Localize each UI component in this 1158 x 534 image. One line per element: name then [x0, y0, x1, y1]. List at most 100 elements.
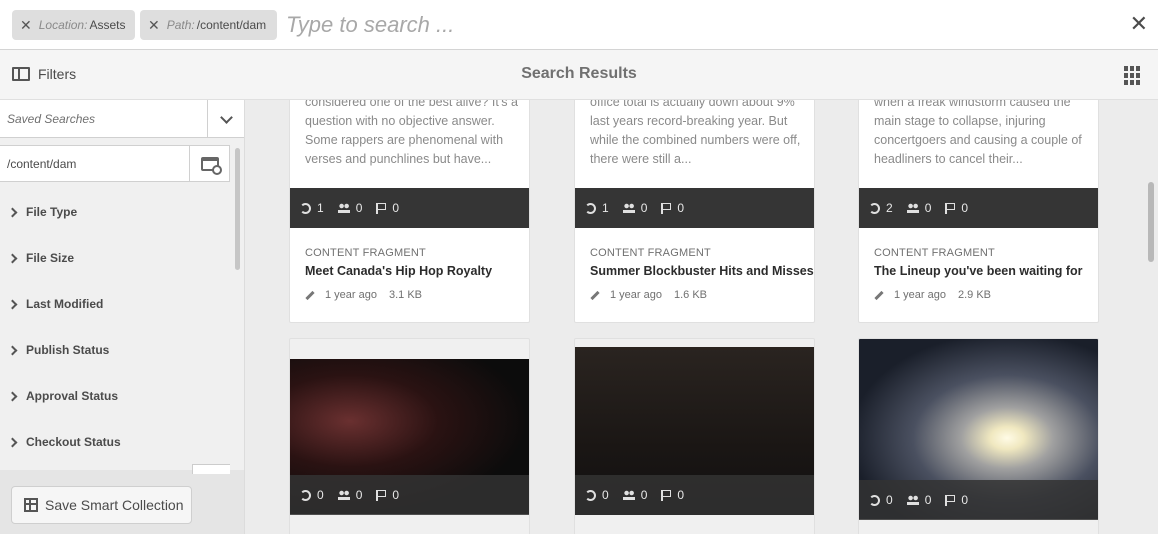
- card-title: Meet Canada's Hip Hop Royalty: [305, 264, 493, 278]
- facet-publish-status[interactable]: Publish Status: [0, 327, 230, 373]
- card-stats-bar: 1 0 0: [575, 188, 814, 228]
- card-view-icon[interactable]: [1124, 66, 1142, 85]
- remove-chip-icon[interactable]: ✕: [148, 17, 160, 34]
- asset-card[interactable]: 0 0 0: [858, 338, 1099, 534]
- stat-value: 2: [886, 201, 893, 215]
- flag-icon: [661, 489, 672, 501]
- sync-icon: [300, 489, 311, 501]
- asset-card[interactable]: office total is actually down about 9% l…: [574, 100, 815, 323]
- pencil-icon: [874, 290, 884, 300]
- flag-icon: [376, 202, 387, 214]
- asset-card[interactable]: when a freak windstorm caused the main s…: [858, 100, 1099, 323]
- remove-chip-icon[interactable]: ✕: [20, 17, 32, 34]
- card-title: Summer Blockbuster Hits and Misses: [590, 264, 814, 278]
- partially-hidden-control: [192, 464, 230, 474]
- chevron-right-icon: [7, 253, 18, 263]
- card-type: CONTENT FRAGMENT: [590, 247, 711, 259]
- card-size: 2.9 KB: [957, 289, 992, 301]
- stat-value: 1: [602, 201, 609, 215]
- search-chip-path[interactable]: ✕ Path: /content/dam: [140, 10, 277, 40]
- search-input[interactable]: [286, 10, 1086, 40]
- stat-value: 0: [677, 488, 685, 502]
- saved-searches-select[interactable]: Saved Searches: [0, 100, 244, 138]
- page-title: Search Results: [521, 65, 637, 82]
- folder-search-icon: [200, 156, 222, 175]
- card-type: CONTENT FRAGMENT: [305, 247, 426, 259]
- facet-approval-status[interactable]: Approval Status: [0, 373, 230, 419]
- flag-icon: [945, 494, 956, 506]
- card-size: 1.6 KB: [673, 289, 708, 301]
- facet-file-size[interactable]: File Size: [0, 235, 230, 281]
- card-meta: CONTENT FRAGMENT The Lineup you've been …: [874, 247, 1083, 301]
- chip-value: /content/dam: [196, 18, 267, 32]
- stat-value: 0: [392, 488, 400, 502]
- card-stats-bar: 2 0 0: [859, 188, 1098, 228]
- facet-label: Checkout Status: [26, 435, 121, 449]
- asset-card[interactable]: 0 0 0: [574, 338, 815, 534]
- facet-checkout-status[interactable]: Checkout Status: [0, 419, 230, 465]
- stat-value: 0: [317, 488, 324, 502]
- stat-value: 0: [961, 201, 969, 215]
- card-description: when a freak windstorm caused the main s…: [874, 100, 1082, 166]
- asset-card[interactable]: 0 0 0: [289, 338, 530, 534]
- facet-last-modified[interactable]: Last Modified: [0, 281, 230, 327]
- title-bar: Filters Search Results: [0, 50, 1158, 100]
- stat-value: 0: [677, 201, 685, 215]
- facet-label: Approval Status: [26, 389, 119, 403]
- card-stats-bar: 1 0 0: [290, 188, 529, 228]
- card-meta: CONTENT FRAGMENT Summer Blockbuster Hits…: [590, 247, 814, 301]
- results-scrollbar[interactable]: [1148, 182, 1154, 262]
- stat-value: 0: [392, 201, 400, 215]
- chevron-right-icon: [7, 207, 18, 217]
- stat-value: 0: [640, 488, 648, 502]
- people-icon: [337, 203, 350, 213]
- stat-value: 0: [355, 488, 363, 502]
- search-bar: ✕ Location: Assets ✕ Path: /content/dam …: [0, 0, 1158, 50]
- card-description: office total is actually down about 9% l…: [590, 100, 801, 166]
- card-modified: 1 year ago: [894, 289, 946, 301]
- card-size: 3.1 KB: [388, 289, 423, 301]
- card-meta: CONTENT FRAGMENT Meet Canada's Hip Hop R…: [305, 247, 492, 301]
- stat-value: 0: [886, 493, 893, 507]
- pencil-icon: [305, 290, 315, 300]
- people-icon: [906, 203, 919, 213]
- chevron-right-icon: [7, 299, 18, 309]
- path-browser-button[interactable]: [189, 146, 229, 181]
- chevron-down-icon[interactable]: [207, 100, 244, 138]
- card-description: considered one of the best alive? It's a…: [305, 100, 518, 166]
- stat-value: 0: [355, 201, 363, 215]
- chip-value: Assets: [89, 18, 126, 32]
- chip-key: Location:: [38, 18, 88, 32]
- sync-icon: [869, 202, 880, 214]
- card-title: The Lineup you've been waiting for: [874, 264, 1083, 278]
- facet-label: Last Modified: [26, 297, 104, 311]
- stat-value: 0: [924, 493, 932, 507]
- stat-value: 0: [961, 493, 969, 507]
- search-chip-location[interactable]: ✕ Location: Assets: [12, 10, 135, 40]
- sidebar-scrollbar[interactable]: [235, 148, 240, 270]
- people-icon: [337, 490, 350, 500]
- card-stats-bar: 0 0 0: [290, 475, 529, 515]
- filters-sidebar: Saved Searches /content/dam File Type Fi…: [0, 100, 245, 534]
- sync-icon: [585, 489, 596, 501]
- facet-label: Publish Status: [26, 343, 110, 357]
- asset-card[interactable]: considered one of the best alive? It's a…: [289, 100, 530, 323]
- people-icon: [906, 495, 919, 505]
- stat-value: 0: [924, 201, 932, 215]
- card-stats-bar: 0 0 0: [859, 480, 1098, 520]
- stat-value: 0: [602, 488, 609, 502]
- chip-key: Path:: [166, 18, 195, 32]
- path-value: /content/dam: [7, 157, 77, 171]
- results-grid: considered one of the best alive? It's a…: [246, 100, 1158, 534]
- card-stats-bar: 0 0 0: [575, 475, 814, 515]
- people-icon: [622, 203, 635, 213]
- card-info: 1 year ago 2.9 KB: [874, 289, 1083, 301]
- path-field[interactable]: /content/dam: [0, 145, 230, 182]
- table-icon: [24, 498, 38, 512]
- flag-icon: [661, 202, 672, 214]
- card-modified: 1 year ago: [325, 289, 377, 301]
- facet-file-type[interactable]: File Type: [0, 189, 230, 235]
- chevron-right-icon: [7, 391, 18, 401]
- save-smart-collection-button[interactable]: Save Smart Collection: [11, 486, 192, 524]
- close-icon[interactable]: ✕: [1130, 12, 1148, 36]
